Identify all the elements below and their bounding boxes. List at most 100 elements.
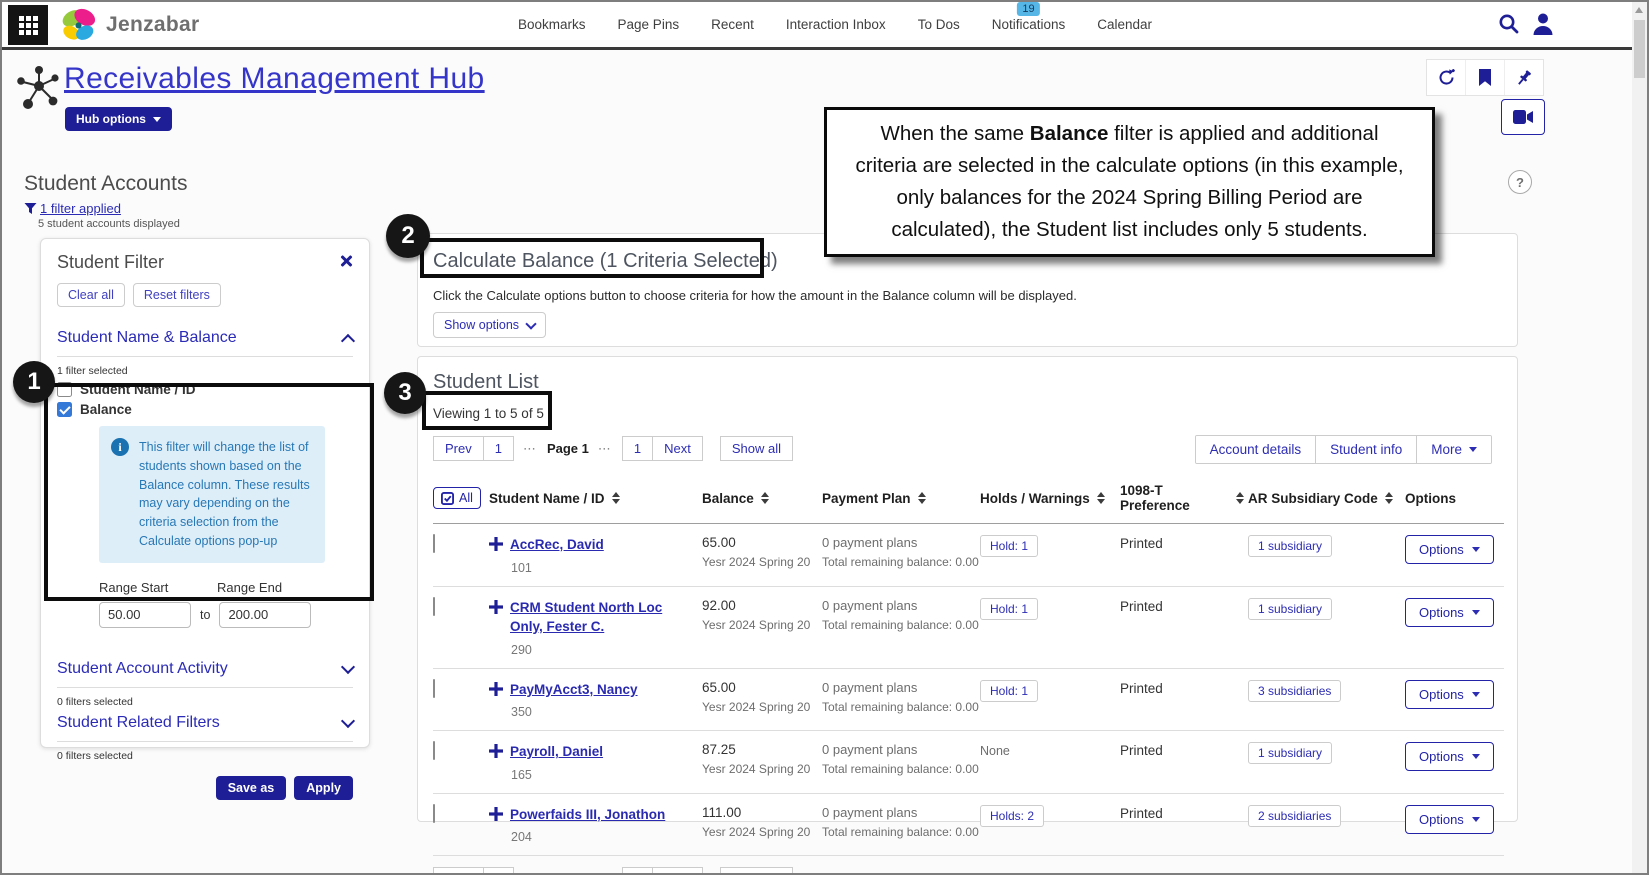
student-info-button[interactable]: Student info [1315, 436, 1416, 463]
sort-icon[interactable] [1236, 492, 1244, 504]
row-checkbox[interactable] [433, 741, 435, 760]
section-student-name-balance[interactable]: Student Name & Balance [57, 329, 353, 347]
sort-icon[interactable] [1385, 492, 1393, 504]
user-icon[interactable] [1532, 12, 1554, 41]
top-nav: Bookmarks Page Pins Recent Interaction I… [518, 2, 1152, 47]
last-page-button[interactable]: 1 [622, 436, 653, 461]
hub-options-label: Hub options [76, 112, 146, 126]
sort-icon[interactable] [1097, 492, 1105, 504]
expand-plus-icon[interactable] [489, 682, 503, 696]
select-all-button[interactable]: All [433, 487, 481, 509]
options-button[interactable]: Options [1405, 598, 1494, 627]
student-name-link[interactable]: CRM Student North Loc Only, Fester C. [510, 598, 698, 637]
nav-interaction-inbox[interactable]: Interaction Inbox [786, 17, 886, 32]
account-details-button[interactable]: Account details [1196, 436, 1316, 463]
chevron-down-icon [1472, 692, 1480, 697]
nav-to-dos[interactable]: To Dos [918, 17, 960, 32]
refresh-icon[interactable] [1427, 60, 1465, 95]
page-1-button[interactable]: 1 [484, 436, 514, 461]
options-button[interactable]: Options [1405, 680, 1494, 709]
page-title[interactable]: Receivables Management Hub [64, 62, 485, 96]
app-grid-button[interactable] [8, 5, 48, 45]
apply-button[interactable]: Apply [294, 776, 353, 800]
student-name-link[interactable]: Payroll, Daniel [510, 742, 603, 762]
show-options-button[interactable]: Show options [433, 312, 546, 338]
expand-plus-icon[interactable] [489, 744, 503, 758]
nav-bookmarks[interactable]: Bookmarks [518, 17, 586, 32]
divider [57, 741, 353, 742]
annotation-step-1: 1 [13, 361, 55, 403]
student-name-link[interactable]: AccRec, David [510, 535, 604, 555]
scrollbar-thumb[interactable] [1634, 20, 1645, 78]
subsidiary-badge[interactable]: 2 subsidiaries [1248, 805, 1341, 827]
last-page-button[interactable]: 1 [622, 867, 653, 875]
sort-icon[interactable] [612, 492, 620, 504]
callout-text: When the same Balance filter is applied … [849, 118, 1410, 245]
show-all-button[interactable]: Show all [720, 867, 793, 875]
student-name-link[interactable]: PayMyAcct3, Nancy [510, 680, 638, 700]
row-checkbox[interactable] [433, 597, 435, 616]
holds-badge[interactable]: Hold: 1 [980, 598, 1038, 620]
nav-calendar[interactable]: Calendar [1097, 17, 1152, 32]
balance-period: Yesr 2024 Spring 20 [702, 825, 818, 839]
nav-page-pins[interactable]: Page Pins [618, 17, 680, 32]
subsidiary-badge[interactable]: 1 subsidiary [1248, 535, 1332, 557]
range-end-input[interactable] [219, 602, 311, 628]
sort-icon[interactable] [918, 492, 926, 504]
prev-page-button[interactable]: Prev [433, 867, 484, 875]
hub-options-button[interactable]: Hub options [65, 107, 172, 131]
next-page-button[interactable]: Next [653, 436, 703, 461]
payment-plan-sub: Total remaining balance: 0.00 [822, 762, 976, 776]
options-button[interactable]: Options [1405, 742, 1494, 771]
range-start-input[interactable] [99, 602, 191, 628]
nav-notifications[interactable]: 19 Notifications [992, 17, 1066, 32]
row-checkbox[interactable] [433, 804, 435, 823]
save-as-button[interactable]: Save as [216, 776, 287, 800]
current-page-label: Page 1 [547, 441, 589, 456]
row-checkbox[interactable] [433, 534, 435, 553]
vertical-scrollbar[interactable] [1632, 2, 1647, 873]
video-button[interactable] [1501, 99, 1545, 135]
prev-page-button[interactable]: Prev [433, 436, 484, 461]
more-button[interactable]: More [1416, 436, 1491, 463]
page-1-button[interactable]: 1 [484, 867, 514, 875]
header-icon-group [1426, 59, 1544, 96]
balance-checkbox[interactable] [57, 402, 72, 417]
filter-applied-link[interactable]: 1 filter applied [40, 201, 121, 216]
options-button[interactable]: Options [1405, 805, 1494, 834]
subsidiary-badge[interactable]: 3 subsidiaries [1248, 680, 1341, 702]
subsidiary-badge[interactable]: 1 subsidiary [1248, 598, 1332, 620]
expand-plus-icon[interactable] [489, 807, 503, 821]
reset-filters-button[interactable]: Reset filters [133, 283, 221, 307]
range-start-label: Range Start [99, 580, 217, 595]
payment-plan-sub: Total remaining balance: 0.00 [822, 700, 976, 714]
expand-plus-icon[interactable] [489, 537, 503, 551]
help-icon[interactable]: ? [1508, 170, 1532, 194]
sort-icon[interactable] [761, 492, 769, 504]
chevron-down-icon [341, 713, 355, 727]
pin-icon[interactable] [1504, 60, 1543, 95]
scrollbar-up-arrow-icon[interactable] [1635, 7, 1643, 13]
search-icon[interactable] [1498, 13, 1520, 40]
holds-badge[interactable]: Hold: 1 [980, 680, 1038, 702]
section-student-account-activity[interactable]: Student Account Activity [57, 660, 353, 678]
close-icon[interactable] [339, 254, 353, 268]
clear-all-button[interactable]: Clear all [57, 283, 125, 307]
holds-badge[interactable]: Holds: 2 [980, 805, 1044, 827]
nav-recent[interactable]: Recent [711, 17, 754, 32]
table-row: PayMyAcct3, Nancy350 65.00Yesr 2024 Spri… [433, 668, 1504, 731]
row-checkbox[interactable] [433, 679, 435, 698]
bookmark-icon[interactable] [1465, 60, 1504, 95]
student-name-id-checkbox[interactable] [57, 382, 72, 397]
student-id: 204 [511, 830, 698, 844]
subsidiary-badge[interactable]: 1 subsidiary [1248, 742, 1332, 764]
expand-plus-icon[interactable] [489, 600, 503, 614]
options-button[interactable]: Options [1405, 535, 1494, 564]
jenzabar-logo[interactable]: Jenzabar [58, 5, 199, 45]
section-student-related-filters[interactable]: Student Related Filters [57, 714, 353, 732]
student-name-link[interactable]: Powerfaids III, Jonathon [510, 805, 665, 825]
show-all-button[interactable]: Show all [720, 436, 793, 461]
balance-period: Yesr 2024 Spring 20 [702, 700, 818, 714]
next-page-button[interactable]: Next [653, 867, 703, 875]
holds-badge[interactable]: Hold: 1 [980, 535, 1038, 557]
